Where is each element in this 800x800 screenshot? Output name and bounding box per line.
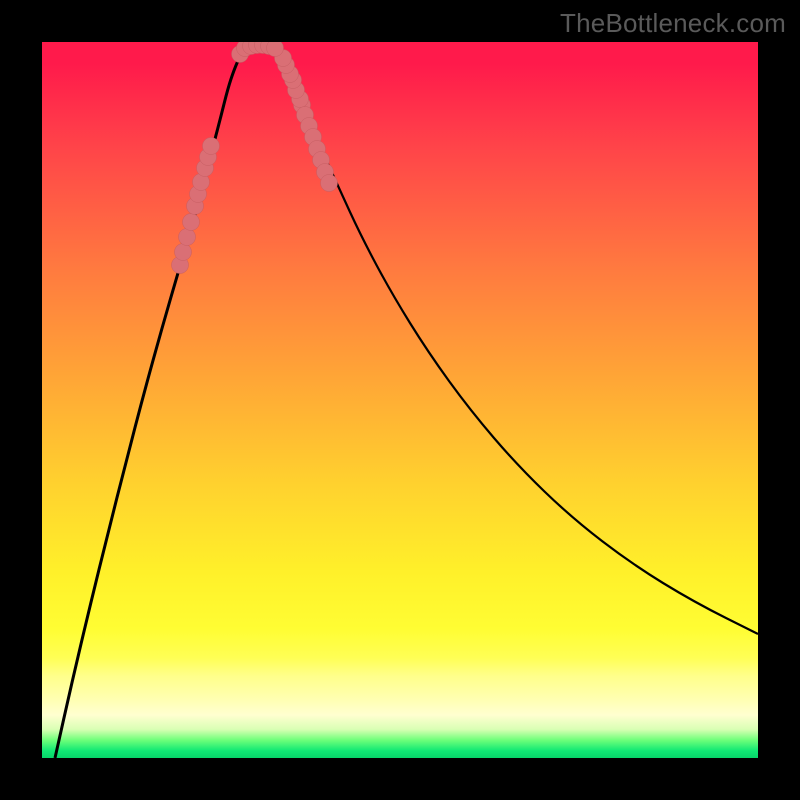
plot-area <box>42 42 758 758</box>
curve-right <box>272 46 758 634</box>
data-dot <box>183 214 200 231</box>
data-dot <box>203 138 220 155</box>
curves-svg <box>42 42 758 758</box>
data-dot <box>175 244 192 261</box>
data-dot <box>321 175 338 192</box>
data-dot <box>179 229 196 246</box>
watermark-text: TheBottleneck.com <box>560 8 786 39</box>
scatter-dots <box>172 42 338 274</box>
chart-frame: TheBottleneck.com <box>0 0 800 800</box>
data-dot <box>267 42 284 57</box>
